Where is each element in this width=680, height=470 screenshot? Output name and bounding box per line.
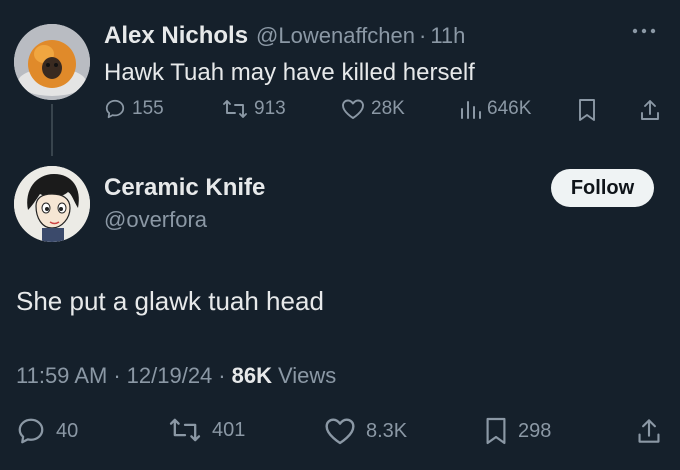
parent-share-button[interactable]	[639, 98, 661, 122]
tweet-time[interactable]: 11:59 AM	[16, 363, 107, 389]
tweet-text: She put a glawk tuah head	[16, 286, 324, 316]
repost-count: 401	[212, 418, 246, 441]
bookmark-button[interactable]: 298	[484, 416, 551, 446]
parent-display-name[interactable]: Alex Nichols	[104, 22, 248, 50]
views-count: 86K	[231, 363, 272, 388]
parent-header: Alex Nichols @Lowenaffchen · 11h	[104, 22, 465, 50]
author-avatar[interactable]	[14, 166, 90, 242]
reply-icon	[105, 99, 125, 119]
meta-separator: ·	[113, 363, 121, 388]
parent-like-button[interactable]: 28K	[341, 98, 405, 120]
share-button[interactable]	[636, 416, 662, 446]
views-label: Views	[277, 363, 337, 388]
reply-button[interactable]: 40	[16, 416, 78, 446]
parent-reply-button[interactable]: 155	[104, 98, 164, 120]
tweet-date[interactable]: 12/19/24	[127, 363, 213, 389]
parent-repost-button[interactable]: 913	[222, 98, 286, 120]
author-handle[interactable]: @overfora	[104, 207, 207, 233]
share-icon	[641, 100, 659, 120]
parent-tweet-text: Hawk Tuah may have killed herself	[104, 59, 475, 86]
parent-separator: ·	[418, 23, 427, 48]
follow-button[interactable]: Follow	[551, 169, 654, 207]
like-icon	[342, 99, 364, 119]
tweet-metadata: 11:59 AM · 12/19/24 · 86K Views	[16, 363, 336, 389]
thread-line	[51, 104, 53, 156]
share-icon	[638, 419, 660, 443]
parent-reply-count: 155	[132, 98, 164, 119]
bookmark-icon	[486, 417, 506, 445]
reply-count: 40	[56, 419, 79, 442]
bookmark-icon	[579, 99, 595, 121]
parent-views-button[interactable]: 646K	[459, 98, 531, 120]
views-icon	[461, 101, 481, 119]
repost-icon	[223, 100, 247, 118]
parent-like-count: 28K	[371, 98, 405, 119]
parent-bookmark-button[interactable]	[577, 98, 597, 122]
parent-views-count: 646K	[487, 98, 532, 119]
parent-avatar[interactable]	[14, 24, 90, 100]
author-display-name[interactable]: Ceramic Knife	[104, 174, 265, 202]
reply-icon	[18, 418, 44, 444]
like-count: 8.3K	[366, 419, 408, 442]
repost-icon	[169, 418, 201, 442]
parent-repost-count: 913	[254, 98, 286, 119]
like-button[interactable]: 8.3K	[324, 416, 407, 446]
parent-timestamp[interactable]: 11h	[430, 23, 465, 49]
repost-button[interactable]: 401	[168, 416, 245, 444]
bookmark-count: 298	[518, 419, 552, 442]
more-icon[interactable]	[632, 26, 656, 36]
parent-handle[interactable]: @Lowenaffchen	[256, 23, 415, 49]
like-icon	[325, 418, 355, 445]
meta-separator: ·	[218, 363, 226, 388]
